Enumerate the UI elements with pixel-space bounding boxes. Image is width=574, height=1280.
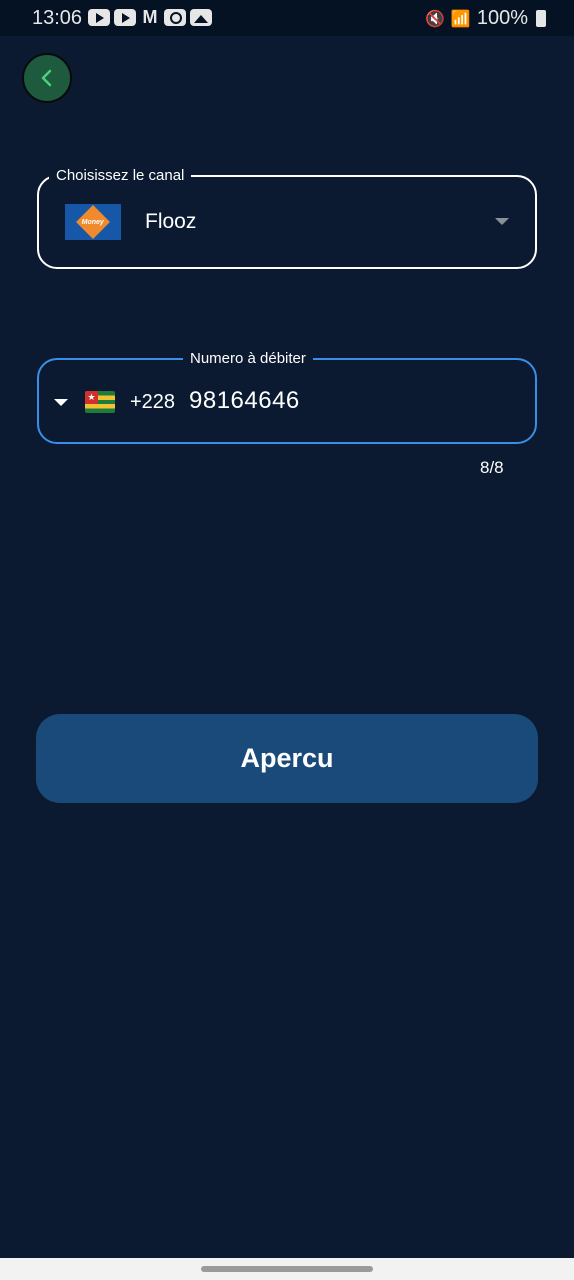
notification-icons: M [88,7,212,27]
battery-percent: 100% [476,7,528,29]
status-bar: 13:06 M 🔇 📶 100% [0,0,574,36]
flooz-logo: Money [65,204,121,240]
country-dropdown-icon[interactable] [54,399,68,406]
system-icons: 🔇 📶 100% [425,7,546,30]
channel-value: Flooz [145,210,197,233]
camera-icon [164,9,186,26]
channel-select[interactable]: Choisissez le canal Money Flooz [37,167,537,269]
preview-button[interactable]: Apercu [36,714,538,803]
phone-input[interactable]: 98164646 [189,387,300,415]
wifi-icon: 📶 [450,10,471,28]
dropdown-arrow-icon[interactable] [495,218,509,225]
battery-icon [536,10,546,27]
home-handle[interactable] [201,1266,373,1272]
togo-flag-icon[interactable]: ★ [85,391,115,413]
phone-number-field[interactable]: Numero à débiter ★ +228 98164646 [37,350,537,444]
back-button[interactable] [22,53,72,103]
status-time: 13:06 [32,7,83,29]
phone-label: Numero à débiter [183,350,313,368]
navigation-bar [0,1258,574,1280]
channel-label: Choisissez le canal [49,167,192,185]
chevron-left-icon [41,69,52,87]
gallery-icon [190,9,212,26]
youtube-icon [88,9,110,26]
character-counter: 8/8 [480,458,504,477]
youtube-icon [114,9,136,26]
mute-icon: 🔇 [425,10,445,28]
gmail-icon: M [142,7,158,27]
dial-code: +228 [130,391,176,413]
